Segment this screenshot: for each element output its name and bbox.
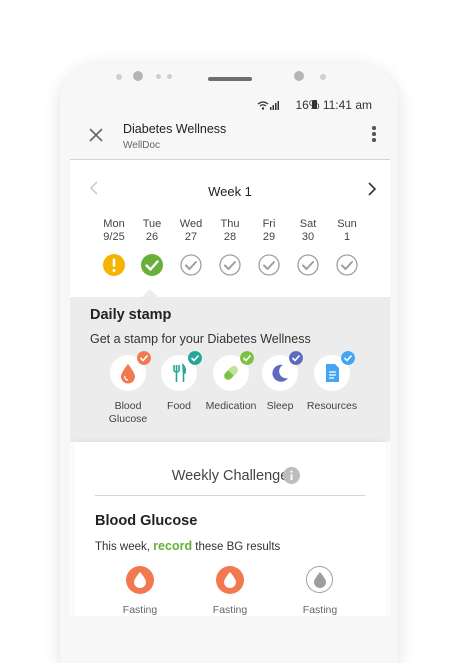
battery-percent: 16% [295,98,320,112]
daily-stamp-title: Daily stamp [90,307,172,323]
pill-icon [224,366,238,380]
blood-drop-icon [121,364,135,384]
clock-time: 11:41 am [322,98,372,112]
status-text: 16% 11:41 am [295,98,372,112]
check-circle-filled-icon [141,254,163,276]
challenge-section-title: Blood Glucose [95,513,198,529]
check-circle-outline-icon [258,254,280,276]
check-circle-outline-icon [336,254,358,276]
bg-result-pending[interactable] [306,566,333,593]
close-icon[interactable] [85,124,107,146]
alert-icon [103,254,125,276]
day-sun[interactable]: Sun 1 [327,218,367,276]
moon-icon [272,364,288,382]
stamp-circle [110,351,151,391]
weekly-challenge-card: Weekly Challenge Blood Glucose This week… [74,442,386,616]
day-thu[interactable]: Thu 28 [210,218,250,276]
app-subtitle: WellDoc [123,140,161,151]
day-name: Tue [142,218,162,230]
day-date: 1 [343,230,351,243]
day-date: 9/25 [103,230,125,243]
divider [95,495,365,496]
bg-result-recorded-1[interactable] [126,566,154,594]
info-icon[interactable] [283,467,300,484]
selected-day-pointer [142,289,158,297]
day-date: 29 [262,230,276,243]
day-wed[interactable]: Wed 27 [171,218,211,276]
check-badge-icon [341,351,355,365]
stamp-label: Resources [306,400,358,412]
document-icon [326,364,339,382]
day-date: 30 [301,230,315,243]
day-date: 26 [145,230,159,243]
day-fri[interactable]: Fri 29 [249,218,289,276]
status-bar: 16% 11:41 am [70,95,390,115]
sensor-dot [320,74,326,80]
bg-result-label: Fasting [212,604,248,616]
sensor-dot [156,74,161,79]
daily-stamp-subtitle: Get a stamp for your Diabetes Wellness [90,332,311,346]
challenge-description: This week, record these BG results [95,539,281,553]
earpiece-speaker [208,77,252,81]
stamp-circle [314,351,355,391]
daily-stamp-panel: Daily stamp Get a stamp for your Diabete… [70,297,390,442]
sensor-dot [116,74,122,80]
week-navigator: Week 1 [70,175,390,203]
app-screen: 16% 11:41 am Diabetes Wellness WellDoc W… [70,95,390,616]
stamp-circle [262,351,303,391]
check-circle-outline-icon [297,254,319,276]
wifi-signal-icon [257,101,279,110]
bg-result-recorded-2[interactable] [216,566,244,594]
blood-drop-icon [313,571,326,588]
chevron-right-icon[interactable] [364,181,380,197]
app-title: Diabetes Wellness [123,122,227,136]
stamp-resources[interactable]: Resources [300,351,364,413]
day-name: Thu [220,218,240,230]
fork-knife-icon [173,362,187,382]
day-name: Fri [262,218,276,230]
app-bar: Diabetes Wellness WellDoc [70,115,390,160]
day-sat[interactable]: Sat 30 [288,218,328,276]
day-tue[interactable]: Tue 26 [132,218,172,276]
check-circle-outline-icon [180,254,202,276]
day-mon[interactable]: Mon 9/25 [94,218,134,276]
day-date: 28 [223,230,237,243]
front-camera [133,71,143,81]
proximity-sensor [294,71,304,81]
blood-drop-icon [224,572,236,588]
day-date: 27 [184,230,198,243]
bg-result-label: Fasting [122,604,158,616]
day-name: Mon [103,218,125,230]
challenge-accent-word: record [153,539,193,553]
bg-result-label: Fasting [302,604,338,616]
day-name: Wed [179,218,203,230]
weekly-challenge-title: Weekly Challenge [171,468,289,484]
week-label: Week 1 [208,184,252,199]
check-circle-outline-icon [219,254,241,276]
sensor-dot [167,74,172,79]
stamp-circle [161,351,202,391]
day-name: Sat [299,218,317,230]
blood-drop-icon [134,572,146,588]
stamp-circle [213,351,254,391]
more-options-icon[interactable] [370,126,378,146]
day-name: Sun [337,218,357,230]
